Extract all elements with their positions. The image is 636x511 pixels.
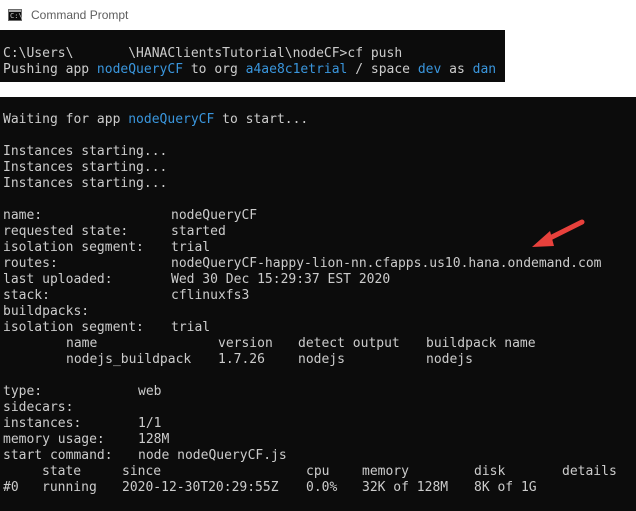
- info-key: isolation segment:: [3, 240, 144, 255]
- process-key: start command:: [3, 448, 113, 463]
- info-value-last-uploaded: Wed 30 Dec 15:29:37 EST 2020: [171, 272, 391, 287]
- info-value-requested-state: started: [171, 224, 226, 239]
- buildpack-header-detect-output: detect output: [298, 336, 400, 351]
- instance-header-memory: memory: [362, 464, 409, 479]
- pushing-user-name: dan: [472, 62, 497, 77]
- process-key: type:: [3, 384, 43, 399]
- info-key: last uploaded:: [3, 272, 113, 287]
- pushing-text: as: [441, 62, 473, 77]
- info-key: isolation segment:: [3, 320, 144, 335]
- pushing-line: Pushing app nodeQueryCF to org a4ae8c1et…: [3, 62, 496, 78]
- command-prompt-window-output: Waiting for app nodeQueryCF to start... …: [0, 97, 636, 511]
- buildpack-header-name: name: [66, 336, 98, 351]
- title-bar[interactable]: C:\ Command Prompt: [0, 0, 505, 30]
- instance-cell-state: running: [42, 480, 97, 495]
- instance-cell-disk: 8K of 1G: [474, 480, 537, 495]
- command-prompt-window-top: C:\ Command Prompt C:\Users\ \HANAClient…: [0, 0, 505, 82]
- prompt-line: C:\Users\ \HANAClientsTutorial\nodeCF>cf…: [3, 46, 403, 61]
- info-key: buildpacks:: [3, 304, 90, 319]
- process-value-instances: 1/1: [138, 416, 162, 431]
- buildpack-cell-name: nodejs_buildpack: [66, 352, 192, 367]
- instance-header-cpu: cpu: [306, 464, 330, 479]
- info-value-stack: cflinuxfs3: [171, 288, 250, 303]
- instance-cell-since: 2020-12-30T20:29:55Z: [122, 480, 279, 495]
- buildpack-cell-detect-output: nodejs: [298, 352, 345, 367]
- pushing-text: / space: [347, 62, 418, 77]
- instances-starting-line: Instances starting...: [3, 160, 168, 175]
- process-key: sidecars:: [3, 400, 74, 415]
- info-value-name: nodeQueryCF: [171, 208, 258, 223]
- pushing-text: to org: [183, 62, 246, 77]
- waiting-app-name: nodeQueryCF: [128, 112, 215, 127]
- info-key: name:: [3, 208, 43, 223]
- cmd-icon: C:\: [8, 9, 23, 21]
- pushing-org-name: a4ae8c1etrial: [245, 62, 348, 77]
- info-value-routes: nodeQueryCF-happy-lion-nn.cfapps.us10.ha…: [171, 256, 602, 271]
- process-value-type: web: [138, 384, 162, 399]
- instance-row-index: #0: [3, 480, 19, 495]
- waiting-text: Waiting for app: [3, 112, 129, 127]
- info-value-isolation-segment: trial: [171, 320, 211, 335]
- process-key: memory usage:: [3, 432, 105, 447]
- instance-header-state: state: [42, 464, 82, 479]
- info-key: routes:: [3, 256, 58, 271]
- instances-starting-line: Instances starting...: [3, 176, 168, 191]
- instance-cell-memory: 32K of 128M: [362, 480, 449, 495]
- instance-header-disk: disk: [474, 464, 506, 479]
- info-value-isolation-segment: trial: [171, 240, 211, 255]
- pushing-text: Pushing app: [3, 62, 97, 77]
- process-value-start-command: node nodeQueryCF.js: [138, 448, 287, 463]
- cmd-icon-text: C:\: [10, 12, 23, 20]
- pushing-app-name: nodeQueryCF: [96, 62, 184, 77]
- info-key: requested state:: [3, 224, 129, 239]
- buildpack-cell-version: 1.7.26: [218, 352, 265, 367]
- instance-cell-cpu: 0.0%: [306, 480, 338, 495]
- pushing-space-name: dev: [417, 62, 442, 77]
- buildpack-header-buildpack-name: buildpack name: [426, 336, 536, 351]
- process-key: instances:: [3, 416, 82, 431]
- arrow-icon: [532, 219, 585, 247]
- window-title: Command Prompt: [31, 8, 129, 22]
- buildpack-cell-buildpack-name: nodejs: [426, 352, 473, 367]
- process-value-memory-usage: 128M: [138, 432, 170, 447]
- instances-starting-line: Instances starting...: [3, 144, 168, 159]
- waiting-text: to start...: [214, 112, 309, 127]
- buildpack-header-version: version: [218, 336, 273, 351]
- waiting-line: Waiting for app nodeQueryCF to start...: [3, 112, 308, 128]
- instance-header-since: since: [122, 464, 162, 479]
- instance-header-details: details: [562, 464, 617, 479]
- info-key: stack:: [3, 288, 50, 303]
